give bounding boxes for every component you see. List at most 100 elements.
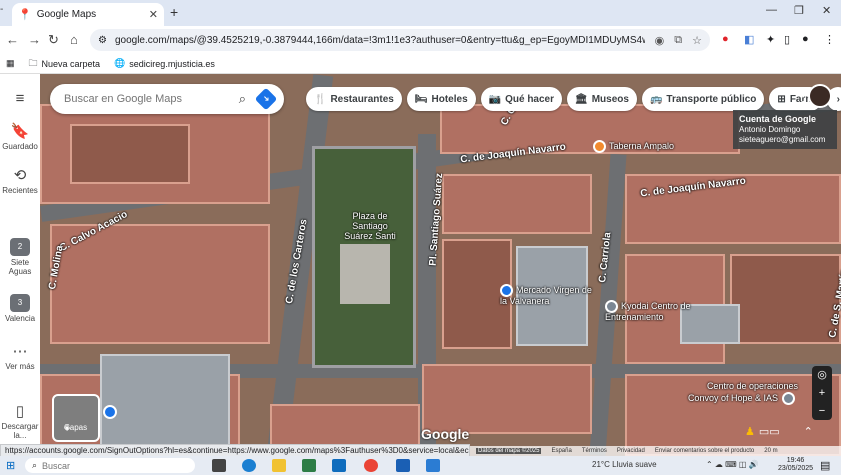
- rail-saved[interactable]: 🔖 Guardado: [0, 122, 40, 151]
- tab-strip: - 📍 Google Maps ✕ + — ❐ ✕: [0, 0, 841, 26]
- search-icon[interactable]: ⌕: [239, 91, 246, 107]
- fork-knife-icon: 🍴: [314, 93, 327, 105]
- address-bar[interactable]: ⚙ google.com/maps/@39.4525219,-0.3879444…: [90, 29, 710, 51]
- google-apps-icon[interactable]: ⋮⋮: [782, 88, 810, 105]
- rail-siete-aguas[interactable]: 2 Siete Aguas: [0, 238, 40, 276]
- outlook-icon[interactable]: [332, 459, 346, 472]
- extensions-icon[interactable]: ✦: [766, 33, 775, 46]
- reload-icon[interactable]: ↻: [48, 32, 59, 48]
- minimize-icon[interactable]: —: [766, 4, 777, 16]
- search-input[interactable]: [64, 93, 224, 105]
- zoom-out-button[interactable]: −: [812, 402, 832, 420]
- browser-toolbar: ← → ↻ ⌂ ⚙ google.com/maps/@39.4525219,-0…: [0, 26, 841, 54]
- map-bottom-tools: ♟ ▭▭ ⌃: [745, 425, 813, 438]
- tray-icons: ⌃ ☁ ⌨ ◫ 🔊: [706, 460, 759, 469]
- menu-button[interactable]: ≡: [0, 90, 40, 109]
- map-footer: Datos del mapa ©2025 España Términos Pri…: [470, 446, 841, 456]
- chip-things-to-do[interactable]: 📷 Qué hacer: [480, 87, 563, 111]
- avatar[interactable]: [808, 84, 832, 108]
- edge-icon[interactable]: [242, 459, 256, 472]
- bookmark-folder[interactable]: 🗀 Nueva carpeta: [29, 56, 101, 72]
- globe-icon: 🌐: [114, 58, 126, 68]
- restore-icon[interactable]: ❐: [794, 4, 804, 17]
- location-icon[interactable]: ◉: [655, 34, 665, 47]
- url-text: google.com/maps/@39.4525219,-0.3879444,1…: [114, 34, 645, 46]
- bookmarks-bar: ▦ 🗀 Nueva carpeta 🌐 sedicireg.mjusticia.es: [0, 54, 841, 74]
- category-chips: 🍴 Restaurantes 🛏 Hoteles 📷 Qué hacer 🏛 Museo…: [306, 87, 841, 111]
- bookmark-link[interactable]: 🌐 sedicireg.mjusticia.es: [114, 58, 215, 69]
- chrome-icon[interactable]: [364, 459, 378, 472]
- my-location-icon[interactable]: ◎: [812, 366, 832, 384]
- pegman-icon[interactable]: ♟: [745, 425, 755, 438]
- poi-mercado[interactable]: Mercado Virgen de la Valvanera: [500, 284, 600, 307]
- notifications-icon[interactable]: ▤: [820, 459, 830, 472]
- search-box: ⌕ ➜: [50, 84, 284, 114]
- bookmark-star-icon[interactable]: ☆: [692, 34, 702, 47]
- google-logo: Google: [421, 426, 470, 442]
- apps-grid-icon[interactable]: ▦: [6, 58, 15, 69]
- chip-restaurants[interactable]: 🍴 Restaurantes: [306, 87, 402, 111]
- building-block: [100, 354, 230, 456]
- hamburger-icon: ≡: [15, 90, 25, 107]
- poi-kyodai[interactable]: Kyodai Centro de Entrenamiento: [605, 300, 705, 323]
- rail-recent[interactable]: ⟲ Recientes: [0, 166, 40, 195]
- word-icon[interactable]: [396, 459, 410, 472]
- poi-convoy[interactable]: Centro de operaciones Convoy of Hope & I…: [686, 381, 798, 405]
- satellite-map[interactable]: C. de Joaquín Navarro C. de Joaquín Nava…: [40, 74, 841, 456]
- expand-icon[interactable]: ⌃: [804, 425, 813, 438]
- recent-place-thumb: 2: [10, 238, 30, 256]
- zoom-in-button[interactable]: +: [812, 384, 832, 402]
- close-tab-icon[interactable]: ✕: [149, 8, 158, 21]
- translate-extension-icon[interactable]: ◧: [744, 33, 754, 46]
- poi-plaza[interactable]: Plaza de Santiago Suárez Santi: [340, 211, 400, 242]
- app-icon[interactable]: [426, 459, 440, 472]
- new-tab-button[interactable]: +: [170, 4, 178, 20]
- layers-button[interactable]: ◈ Capas: [52, 394, 100, 442]
- site-info-icon[interactable]: ⚙: [98, 35, 107, 46]
- phone-icon: ▯: [15, 403, 25, 420]
- bed-icon: 🛏: [414, 93, 428, 105]
- chip-museums[interactable]: 🏛 Museos: [567, 87, 637, 111]
- chevron-right-icon: ›: [836, 93, 840, 105]
- home-icon[interactable]: ⌂: [70, 32, 78, 47]
- back-icon[interactable]: ←: [6, 32, 19, 47]
- sidebar-icon[interactable]: ▯: [784, 33, 790, 46]
- close-window-icon[interactable]: ✕: [822, 4, 831, 17]
- museum-icon: 🏛: [575, 93, 588, 105]
- windows-start-icon[interactable]: ⊞: [6, 459, 15, 472]
- rail-more[interactable]: ⋯ Ver más: [0, 342, 40, 371]
- plaza-center: [340, 244, 390, 304]
- store-icon[interactable]: [302, 459, 316, 472]
- scale-bar[interactable]: 20 m: [764, 448, 777, 454]
- tab-title: Google Maps: [36, 9, 97, 20]
- taskbar-search: ⌕: [25, 458, 195, 473]
- chip-transit[interactable]: 🚌 Transporte público: [641, 87, 765, 111]
- rail-download[interactable]: ▯ Descargar la...: [0, 402, 40, 440]
- profile-icon[interactable]: ●: [802, 33, 809, 45]
- install-icon[interactable]: ⧉: [674, 34, 682, 47]
- tab-google-maps[interactable]: 📍 Google Maps ✕: [12, 3, 164, 26]
- rail-valencia[interactable]: 3 Valencia: [0, 294, 40, 323]
- poi-taberna[interactable]: Taberna Ampalo: [593, 140, 674, 153]
- maps-sidebar: ≡ 🔖 Guardado ⟲ Recientes 2 Siete Aguas 3 Val…: [0, 74, 40, 456]
- folder-icon: 🗀: [28, 57, 38, 68]
- taskbar: ⊞ ⌕ 21°C Lluvia suave ⌃ ☁ ⌨ ◫ 🔊 19:46 23…: [0, 456, 841, 475]
- weather-widget[interactable]: 21°C Lluvia suave: [592, 460, 657, 469]
- system-tray[interactable]: ⌃ ☁ ⌨ ◫ 🔊: [706, 460, 759, 469]
- forward-icon[interactable]: →: [28, 32, 41, 47]
- building-block: [730, 254, 841, 344]
- directions-icon[interactable]: ➜: [254, 87, 278, 111]
- opera-extension-icon[interactable]: ●: [722, 33, 729, 45]
- taskbar-search-input[interactable]: [42, 460, 163, 471]
- imagery-icon[interactable]: ▭▭: [759, 425, 780, 438]
- camera-icon: 📷: [488, 93, 502, 105]
- previous-tab-edge[interactable]: -: [0, 4, 3, 15]
- maps-favicon-icon: 📍: [18, 9, 32, 21]
- clock[interactable]: 19:46 23/05/2025: [778, 457, 813, 474]
- task-view-icon[interactable]: [212, 459, 226, 472]
- menu-dots-icon[interactable]: ⋮: [824, 33, 835, 46]
- file-explorer-icon[interactable]: [272, 459, 286, 472]
- bus-icon: 🚌: [649, 93, 663, 105]
- chip-hotels[interactable]: 🛏 Hoteles: [406, 87, 476, 111]
- street-view-icon[interactable]: [103, 405, 117, 419]
